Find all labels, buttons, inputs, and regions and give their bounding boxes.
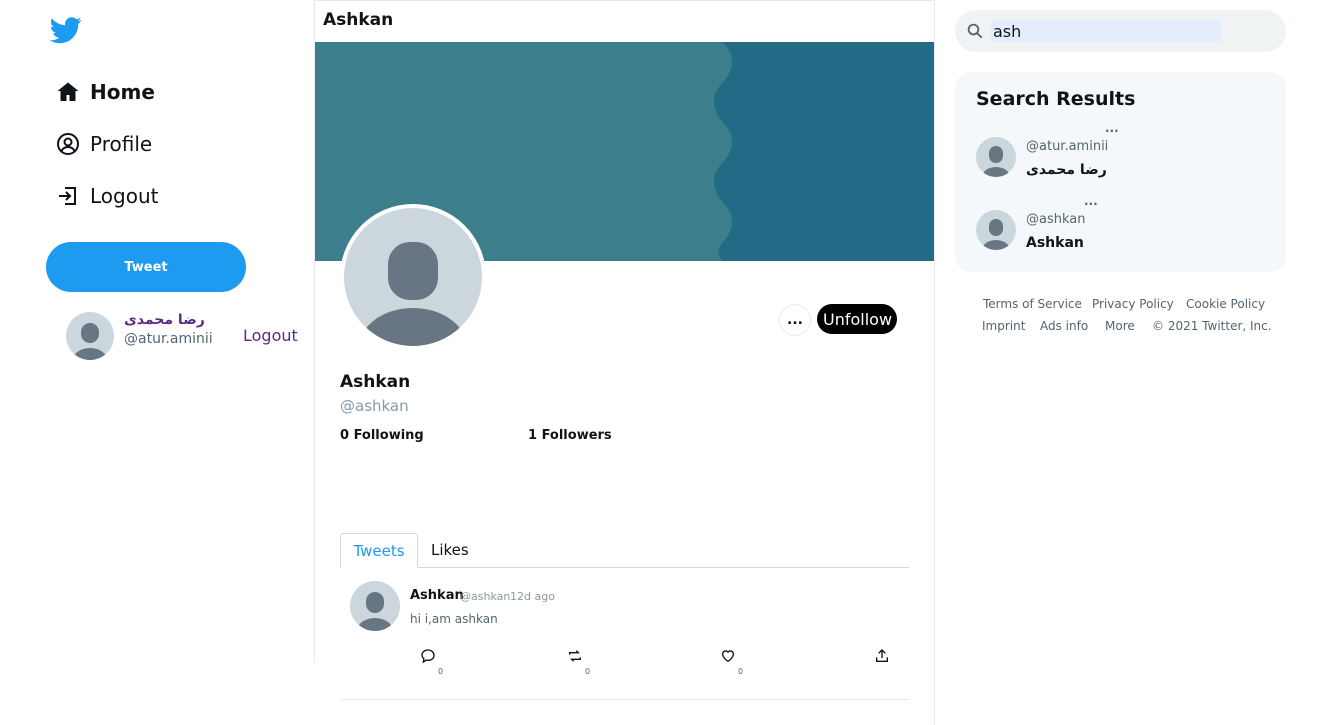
footer-link-imprint[interactable]: Imprint (982, 319, 1025, 333)
reply-count: 0 (438, 667, 444, 676)
footer-link-terms[interactable]: Terms of Service (983, 297, 1082, 311)
tweet-divider (340, 699, 909, 700)
home-icon (56, 80, 80, 104)
heart-icon (720, 648, 736, 668)
avatar[interactable] (66, 312, 114, 360)
tweet-avatar[interactable] (350, 581, 400, 631)
search-box[interactable] (955, 10, 1286, 52)
profile-avatar (340, 204, 486, 350)
column-divider (934, 0, 935, 725)
nav-home-label: Home (90, 80, 155, 104)
retweet-icon (567, 648, 583, 668)
page-title: Ashkan (323, 10, 394, 30)
tweet-button[interactable]: Tweet (46, 242, 246, 292)
profile-name: Ashkan (340, 372, 411, 392)
search-result-handle[interactable]: @ashkan (1026, 212, 1085, 227)
tweet-author[interactable]: Ashkan (410, 588, 464, 603)
search-result-more-button[interactable]: ... (1105, 121, 1119, 135)
search-results-title: Search Results (976, 88, 1136, 110)
logout-icon (56, 184, 80, 208)
retweet-button[interactable]: 0 (567, 648, 590, 676)
unfollow-button[interactable]: Unfollow (817, 304, 897, 334)
share-icon (874, 648, 890, 668)
nav-home[interactable]: Home (56, 77, 155, 107)
following-count[interactable]: 0 Following (340, 428, 424, 443)
current-user-handle: @atur.aminii (124, 331, 213, 347)
tweet-text: hi i,am ashkan (410, 612, 498, 626)
followers-count[interactable]: 1 Followers (528, 428, 612, 443)
footer-link-ads-info[interactable]: Ads info (1040, 319, 1088, 333)
tweet-handle: @ashkan (460, 590, 511, 603)
twitter-logo-icon[interactable] (49, 14, 82, 46)
footer-link-cookie[interactable]: Cookie Policy (1186, 297, 1265, 311)
reply-icon (420, 648, 436, 668)
like-count: 0 (738, 667, 744, 676)
nav-logout-label: Logout (90, 184, 159, 208)
search-result-name[interactable]: Ashkan (1026, 235, 1084, 251)
like-button[interactable]: 0 (720, 648, 743, 676)
profile-handle: @ashkan (340, 397, 409, 415)
nav-profile-label: Profile (90, 132, 153, 156)
tab-likes[interactable]: Likes (431, 541, 469, 559)
search-result-more-button[interactable]: ... (1084, 194, 1098, 208)
search-result-name[interactable]: رضا محمدی (1026, 162, 1107, 178)
search-input[interactable] (991, 20, 1221, 42)
retweet-count: 0 (585, 667, 591, 676)
search-result-avatar[interactable] (976, 210, 1016, 250)
logout-link[interactable]: Logout (243, 326, 298, 345)
footer-link-privacy[interactable]: Privacy Policy (1092, 297, 1174, 311)
reply-button[interactable]: 0 (420, 648, 443, 676)
search-result-avatar[interactable] (976, 137, 1016, 177)
nav-profile[interactable]: Profile (56, 129, 152, 159)
user-circle-icon (56, 132, 80, 156)
header-divider (315, 0, 934, 1)
share-button[interactable] (874, 648, 890, 668)
nav-logout[interactable]: Logout (56, 181, 158, 211)
tabs-divider (340, 567, 909, 568)
footer-copyright: © 2021 Twitter, Inc. (1152, 319, 1272, 333)
current-user-name: رضا محمدی (124, 312, 205, 328)
tab-tweets[interactable]: Tweets (340, 533, 418, 568)
tweet-timestamp: 12d ago (510, 590, 555, 603)
search-result-handle[interactable]: @atur.aminii (1026, 139, 1108, 154)
more-options-button[interactable]: ... (779, 304, 811, 336)
footer-link-more[interactable]: More (1105, 319, 1135, 333)
search-icon (965, 21, 985, 41)
